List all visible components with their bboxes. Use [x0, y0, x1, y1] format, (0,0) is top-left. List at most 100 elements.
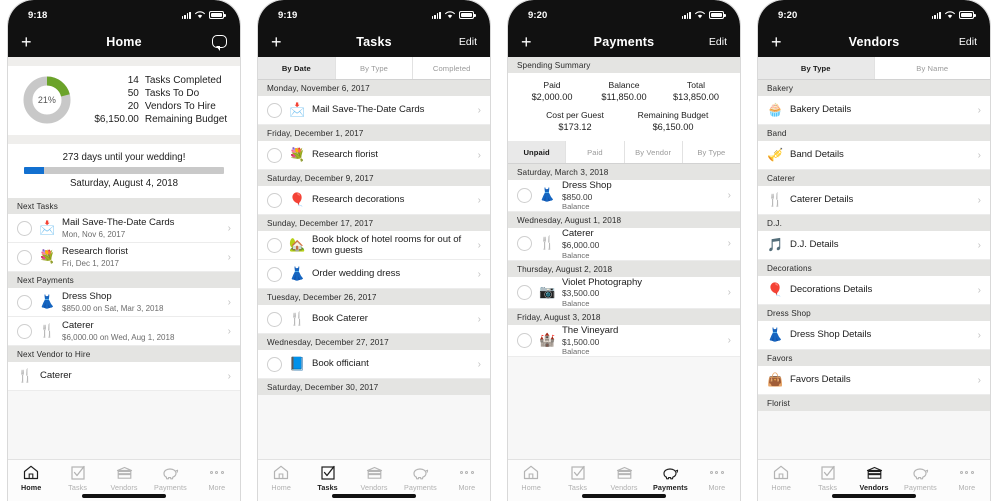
tab-more[interactable]: More: [944, 464, 990, 492]
tab-tasks[interactable]: Tasks: [54, 464, 100, 492]
content-tasks: By Date By Type Completed Monday, November …: [258, 57, 490, 395]
row-checkbox[interactable]: [517, 284, 532, 300]
summary-stat-label: Remaining Budget: [144, 114, 228, 125]
tab-payments[interactable]: Payments: [897, 464, 943, 492]
tab-vendors[interactable]: Vendors: [601, 464, 647, 492]
list-row[interactable]: 🧁 Bakery Details ›: [758, 96, 990, 125]
row-title: Research decorations: [312, 194, 405, 206]
add-button[interactable]: +: [271, 33, 289, 51]
chevron-right-icon: ›: [977, 239, 981, 251]
row-checkbox[interactable]: [267, 237, 282, 253]
row-text: Violet Photography $3,500.00 Balance: [562, 277, 717, 308]
row-checkbox[interactable]: [517, 333, 532, 349]
list-row[interactable]: 🍴 Caterer $6,000.00 on Wed, Aug 1, 2018 ›: [8, 317, 240, 346]
status-bar: 9:20: [508, 0, 740, 26]
countdown-title: 273 days until your wedding!: [62, 152, 186, 163]
tab-more[interactable]: More: [444, 464, 490, 492]
wifi-icon: [945, 11, 955, 19]
tab-vendors[interactable]: Vendors: [351, 464, 397, 492]
add-button[interactable]: +: [521, 33, 539, 51]
row-checkbox[interactable]: [17, 323, 32, 339]
list-row[interactable]: 🏡 Book block of hotel rooms for out of to…: [258, 231, 490, 260]
phone-home: 9:18 + Home 21% 14 Tasks Completed 50 Tasks To …: [8, 0, 240, 501]
tab-payments[interactable]: Payments: [647, 464, 693, 492]
segment-tab-by-date[interactable]: By Date: [258, 57, 336, 79]
status-bar-indicators: [181, 11, 226, 19]
list-row[interactable]: 🍴 Caterer ›: [8, 362, 240, 391]
tab-more[interactable]: More: [194, 464, 240, 492]
edit-button[interactable]: Edit: [709, 36, 727, 48]
row-checkbox[interactable]: [267, 147, 282, 163]
phone-vendors: 9:20 + Vendors Edit By Type By Name Bakery 🧁 Bak…: [758, 0, 990, 501]
row-checkbox[interactable]: [517, 188, 532, 204]
tab-tasks[interactable]: Tasks: [304, 464, 350, 492]
bouquet-icon: 💐: [289, 147, 306, 163]
segment-tab-by-type[interactable]: By Type: [758, 57, 875, 79]
tab-tasks[interactable]: Tasks: [804, 464, 850, 492]
row-checkbox[interactable]: [17, 294, 32, 310]
edit-button[interactable]: Edit: [959, 36, 977, 48]
row-title: Violet Photography: [562, 276, 642, 288]
tab-home[interactable]: Home: [508, 464, 554, 492]
row-text: Caterer Details: [790, 194, 967, 205]
row-checkbox[interactable]: [267, 311, 282, 327]
cutlery-icon: 🍴: [289, 311, 306, 327]
tab-home[interactable]: Home: [8, 464, 54, 492]
tab-payments[interactable]: Payments: [147, 464, 193, 492]
piggy-bank-icon: [411, 464, 429, 481]
edit-button[interactable]: Edit: [459, 36, 477, 48]
list-row[interactable]: 🍴 Book Caterer ›: [258, 305, 490, 334]
status-bar-clock: 9:20: [778, 9, 798, 21]
messages-button[interactable]: [212, 35, 227, 51]
list-row[interactable]: 🎺 Band Details ›: [758, 141, 990, 170]
more-dots-icon: [959, 464, 974, 481]
segment-tab-paid[interactable]: Paid: [566, 141, 625, 163]
add-button[interactable]: +: [771, 33, 789, 51]
row-checkbox[interactable]: [267, 266, 282, 282]
book-icon: 📘: [289, 356, 306, 372]
row-checkbox[interactable]: [17, 249, 32, 265]
list-row[interactable]: 👗 Dress Shop Details ›: [758, 321, 990, 350]
list-row[interactable]: 🍴 Caterer $6,000.00 Balance ›: [508, 228, 740, 261]
list-row[interactable]: 📘 Book officiant ›: [258, 350, 490, 379]
battery-icon: [709, 11, 726, 19]
list-row[interactable]: 👗 Order wedding dress ›: [258, 260, 490, 289]
row-checkbox[interactable]: [267, 102, 282, 118]
tab-label: Tasks: [568, 483, 588, 492]
list-row[interactable]: 👗 Dress Shop $850.00 Balance ›: [508, 180, 740, 213]
segment-tab-by-type[interactable]: By Type: [335, 57, 414, 79]
tab-vendors[interactable]: Vendors: [101, 464, 147, 492]
list-row[interactable]: 💐 Research florist ›: [258, 141, 490, 170]
add-button[interactable]: +: [21, 33, 39, 51]
tab-vendors[interactable]: Vendors: [851, 464, 897, 492]
tab-home[interactable]: Home: [258, 464, 304, 492]
list-row[interactable]: 📩 Mail Save-The-Date Cards ›: [258, 96, 490, 125]
list-row[interactable]: 🎈 Decorations Details ›: [758, 276, 990, 305]
list-row[interactable]: 📷 Violet Photography $3,500.00 Balance ›: [508, 276, 740, 309]
segment-tab-by-name[interactable]: By Name: [874, 57, 990, 79]
list-row[interactable]: 📩 Mail Save-The-Date Cards Mon, Nov 6, 201…: [8, 214, 240, 243]
segment-tab-by-type[interactable]: By Type: [682, 141, 740, 163]
tab-tasks[interactable]: Tasks: [554, 464, 600, 492]
tab-payments[interactable]: Payments: [397, 464, 443, 492]
row-checkbox[interactable]: [267, 356, 282, 372]
castle-icon: 🏰: [539, 333, 556, 349]
list-row[interactable]: 👜 Favors Details ›: [758, 366, 990, 395]
tab-home[interactable]: Home: [758, 464, 804, 492]
segment-tab-by-vendor[interactable]: By Vendor: [624, 141, 683, 163]
segment-tab-completed[interactable]: Completed: [413, 57, 490, 79]
row-checkbox[interactable]: [517, 236, 532, 252]
chevron-right-icon: ›: [227, 370, 231, 382]
list-row[interactable]: 🏰 The Vineyard $1,500.00 Balance ›: [508, 324, 740, 358]
dress-hanger-icon: 👗: [767, 327, 784, 343]
list-row[interactable]: 💐 Research florist Fri, Dec 1, 2017 ›: [8, 243, 240, 272]
summary-stat-3: $6,150.00 Remaining Budget: [83, 114, 227, 125]
list-row[interactable]: 👗 Dress Shop $850.00 on Sat, Mar 3, 2018 ›: [8, 288, 240, 317]
row-checkbox[interactable]: [17, 220, 32, 236]
list-row[interactable]: 🎵 D.J. Details ›: [758, 231, 990, 260]
row-checkbox[interactable]: [267, 192, 282, 208]
list-row[interactable]: 🎈 Research decorations ›: [258, 186, 490, 215]
segment-tab-unpaid[interactable]: Unpaid: [508, 141, 567, 163]
list-row[interactable]: 🍴 Caterer Details ›: [758, 186, 990, 215]
tab-more[interactable]: More: [694, 464, 740, 492]
